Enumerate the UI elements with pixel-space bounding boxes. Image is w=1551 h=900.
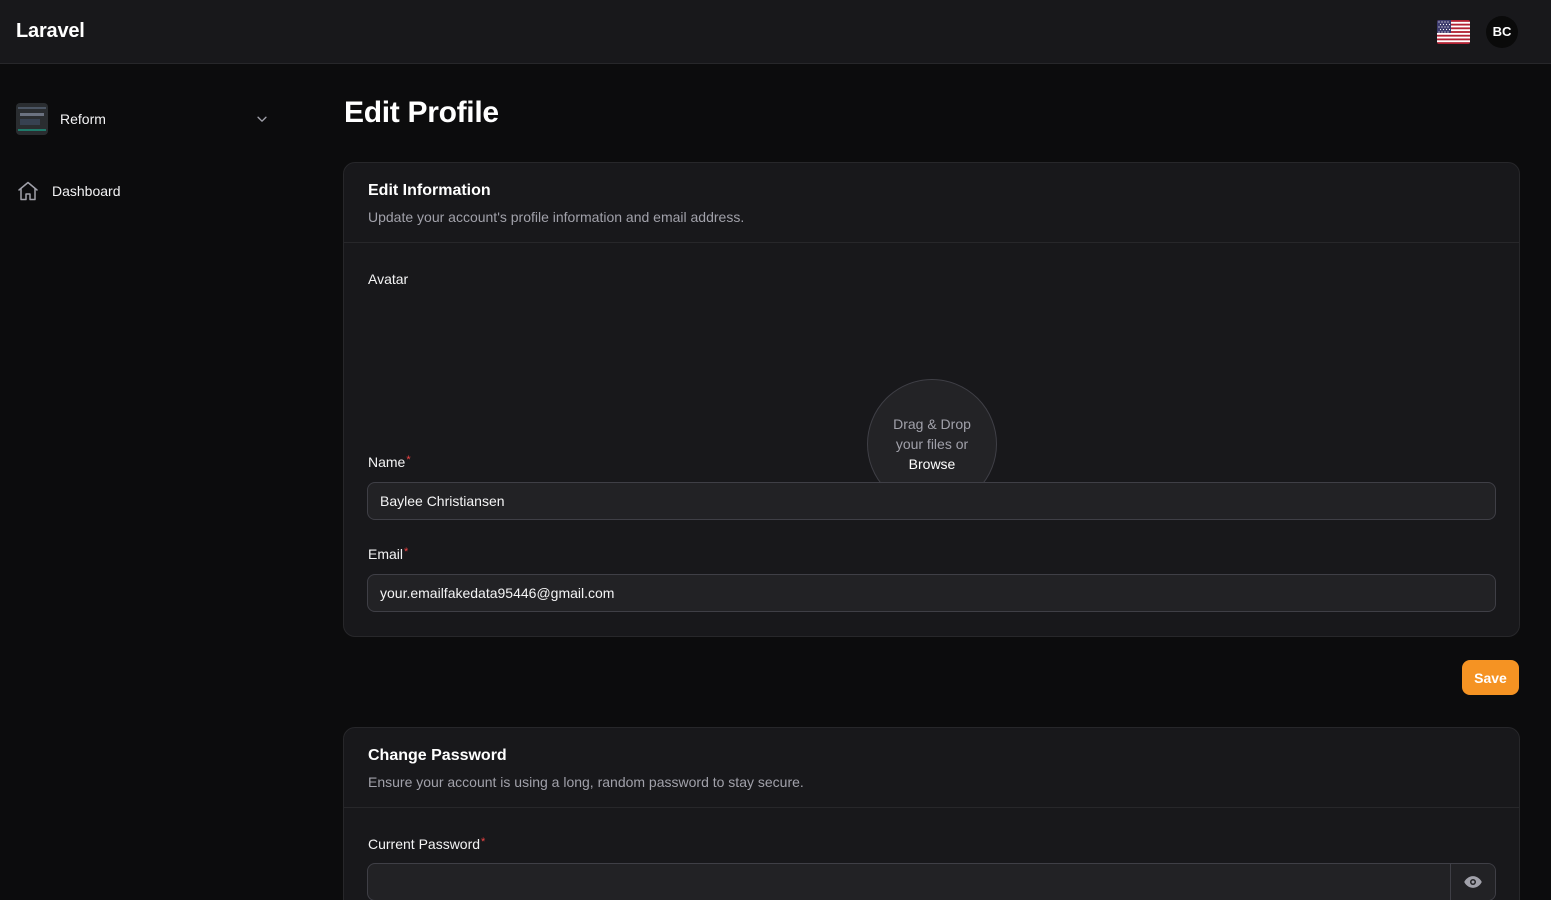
top-bar-actions: BC: [1437, 15, 1535, 48]
sidebar-item-dashboard[interactable]: Dashboard: [16, 178, 276, 204]
email-input[interactable]: [367, 574, 1496, 612]
save-button[interactable]: Save: [1462, 660, 1519, 695]
card-header: Change Password Ensure your account is u…: [344, 728, 1519, 808]
card-title: Edit Information: [368, 182, 491, 199]
card-title: Change Password: [368, 747, 507, 764]
current-password-label: Current Password*: [368, 836, 485, 852]
sidebar-item-label: Dashboard: [52, 183, 121, 199]
eye-icon: [1464, 876, 1482, 888]
required-mark: *: [481, 836, 486, 848]
user-avatar-button[interactable]: BC: [1486, 15, 1518, 48]
chevron-down-icon: [257, 116, 267, 122]
toggle-password-visibility-button[interactable]: [1450, 864, 1495, 900]
tenant-name: Reform: [60, 111, 106, 127]
edit-information-card: Edit Information Update your account's p…: [343, 162, 1520, 637]
card-description: Update your account's profile informatio…: [368, 209, 745, 225]
brand-logo[interactable]: Laravel: [16, 20, 85, 43]
card-header: Edit Information Update your account's p…: [344, 163, 1519, 243]
dropzone-text: Drag & Drop: [893, 416, 971, 432]
tenant-thumbnail: [16, 103, 48, 135]
avatar-label: Avatar: [368, 271, 409, 287]
page-title: Edit Profile: [344, 96, 499, 129]
name-label: Name*: [368, 454, 411, 470]
required-mark: *: [406, 454, 411, 466]
email-label-text: Email: [368, 546, 404, 562]
current-password-label-text: Current Password: [368, 836, 481, 852]
current-password-field: [367, 863, 1496, 900]
us-flag-icon[interactable]: [1437, 19, 1470, 44]
card-body: Avatar Drag & Drop your files or Browse …: [344, 243, 1519, 636]
tenant-switcher[interactable]: Reform: [16, 103, 276, 135]
name-label-text: Name: [368, 454, 406, 470]
sidebar: Reform Dashboard: [0, 64, 300, 900]
current-password-input[interactable]: [368, 864, 1450, 900]
card-description: Ensure your account is using a long, ran…: [368, 774, 804, 790]
home-icon: [18, 181, 38, 201]
card-body: Current Password*: [344, 808, 1519, 900]
top-bar: Laravel BC: [0, 0, 1551, 64]
browse-link[interactable]: Browse: [909, 454, 956, 474]
email-label: Email*: [368, 546, 408, 562]
required-mark: *: [404, 546, 409, 558]
change-password-card: Change Password Ensure your account is u…: [343, 727, 1520, 900]
name-input[interactable]: [367, 482, 1496, 520]
dropzone-text: your files or: [895, 436, 969, 452]
